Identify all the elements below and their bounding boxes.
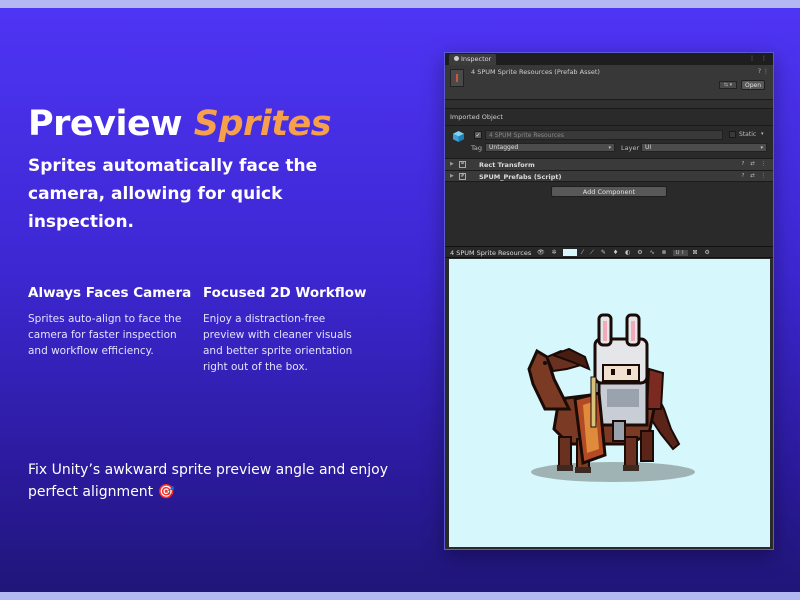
asset-title: 4 SPUM Sprite Resources (Prefab Asset) <box>471 68 600 76</box>
hero-title-plain: Preview <box>28 104 194 144</box>
active-checkbox[interactable]: ✓ <box>474 131 482 139</box>
static-dropdown-icon[interactable]: ▾ <box>761 131 764 137</box>
asset-header: 4 SPUM Sprite Resources (Prefab Asset) ?… <box>445 65 773 99</box>
feature-title: Always Faces Camera <box>28 285 192 301</box>
script-icon: # <box>459 173 466 180</box>
open-button[interactable]: Open <box>741 80 765 90</box>
background-color-swatch[interactable] <box>563 249 578 256</box>
tab-inspector[interactable]: Inspector <box>449 54 497 65</box>
layer-label: Layer <box>621 144 640 152</box>
foldout-icon[interactable]: ▶ <box>450 173 454 179</box>
component-menu-icons[interactable]: ? ⇄ ⋮ <box>741 173 768 179</box>
preview-tool-icons[interactable]: 👁 ✲ ⁄ ⟋ ✎ ♦ ◐ ⚙ ∿ ⊗ UI ⊠ ⚙ <box>537 249 712 257</box>
eye-and-light-icons[interactable]: 👁 ✲ <box>537 249 559 256</box>
override-dropdown[interactable]: ⇆ ▾ <box>719 81 737 89</box>
hero-subtitle: Sprites automatically face the camera, a… <box>28 156 318 232</box>
knight-rider-sprite <box>527 313 681 473</box>
top-edge-bar <box>0 0 800 8</box>
tag-label: Tag <box>471 144 483 152</box>
layer-value: UI <box>645 144 652 151</box>
bottom-edge-bar <box>0 592 800 600</box>
gameobject-cube-icon <box>453 131 464 142</box>
preview-toolbar: 4 SPUM Sprite Resources 👁 ✲ ⁄ ⟋ ✎ ♦ ◐ ⚙ … <box>445 246 773 258</box>
hero-title: Preview Sprites <box>28 104 332 144</box>
component-spum-prefabs-script[interactable]: ▶ # SPUM_Prefabs (Script) ? ⇄ ⋮ <box>445 170 773 182</box>
feature-focused-2d-workflow: Focused 2D Workflow Enjoy a distraction-… <box>203 285 367 375</box>
feature-body: Enjoy a distraction-free preview with cl… <box>203 313 353 373</box>
layer-dropdown[interactable]: UI ▾ <box>641 143 767 152</box>
unity-inspector-window: Inspector ⋮ ⋮ 4 SPUM Sprite Resources (P… <box>444 52 774 550</box>
info-icon <box>454 56 459 61</box>
preview-mode-icons[interactable]: ⁄ ⟋ ✎ ♦ ◐ ⚙ ∿ ⊗ <box>582 249 669 256</box>
add-component-button[interactable]: Add Component <box>551 186 667 197</box>
chevron-down-icon: ▾ <box>760 145 763 151</box>
inspector-tab-bar: Inspector ⋮ ⋮ <box>445 53 773 65</box>
object-name-field[interactable]: 4 SPUM Sprite Resources <box>485 130 723 140</box>
preview-title: 4 SPUM Sprite Resources <box>450 249 532 257</box>
chevron-down-icon: ▾ <box>608 145 611 151</box>
static-checkbox[interactable] <box>729 131 736 138</box>
preview-settings-icons[interactable]: ⊠ ⚙ <box>693 249 713 256</box>
tab-label: Inspector <box>461 55 492 63</box>
footer-tagline: Fix Unity’s awkward sprite preview angle… <box>28 462 388 500</box>
header-help-menu-icons[interactable]: ? ⋮ <box>758 68 769 75</box>
component-menu-icons[interactable]: ? ⇄ ⋮ <box>741 161 768 167</box>
feature-body: Sprites auto-align to face the camera fo… <box>28 313 182 357</box>
hero-title-accent: Sprites <box>193 104 332 144</box>
tag-value: Untagged <box>489 144 519 151</box>
component-name: SPUM_Prefabs (Script) <box>479 173 562 181</box>
feature-always-faces-camera: Always Faces Camera Sprites auto-align t… <box>28 285 192 359</box>
header-divider <box>445 99 773 109</box>
tag-dropdown[interactable]: Untagged ▾ <box>485 143 615 152</box>
section-divider <box>445 125 773 126</box>
rect-transform-icon: ⌗ <box>459 161 466 168</box>
component-rect-transform[interactable]: ▶ ⌗ Rect Transform ? ⇄ ⋮ <box>445 158 773 170</box>
prefab-asset-icon <box>450 69 464 87</box>
feature-title: Focused 2D Workflow <box>203 285 367 301</box>
sprite-preview-viewport[interactable] <box>449 259 770 547</box>
imported-object-label: Imported Object <box>450 113 503 121</box>
foldout-icon[interactable]: ▶ <box>450 161 454 167</box>
ui-toggle[interactable]: UI <box>673 250 689 256</box>
tab-menu-icons[interactable]: ⋮ ⋮ <box>749 55 769 62</box>
component-name: Rect Transform <box>479 161 535 169</box>
static-label: Static <box>739 131 757 138</box>
